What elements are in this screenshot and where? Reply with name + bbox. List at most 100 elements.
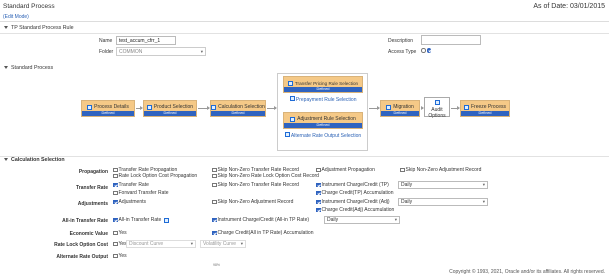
forward-transfer-rate-checkbox[interactable]: Forward Transfer Rate bbox=[113, 190, 169, 196]
adjustments-checkbox[interactable]: Adjustments bbox=[113, 199, 146, 205]
freeze-icon bbox=[463, 104, 469, 110]
calculation-selection-label: Calculation Selection bbox=[218, 104, 265, 110]
option-label: Instrument Charge/Credit (TP) bbox=[321, 182, 389, 188]
calculation-selection-node[interactable]: Calculation Selection Defined bbox=[210, 100, 266, 117]
audit-options-label: Audit Options bbox=[428, 107, 446, 119]
checkbox[interactable] bbox=[316, 182, 321, 188]
checkbox[interactable] bbox=[113, 253, 118, 259]
checkbox[interactable] bbox=[113, 199, 118, 205]
divider bbox=[0, 33, 609, 34]
skip-nonzero-tr-checkbox[interactable]: Skip Non-Zero Transfer Rate Record bbox=[212, 182, 299, 188]
collapse-triangle-icon[interactable] bbox=[4, 26, 8, 30]
rlo-cost-propagation-checkbox[interactable]: Rate Lock Option Cost Propagation bbox=[113, 173, 197, 179]
details-icon[interactable] bbox=[164, 217, 170, 223]
all-in-transfer-rate-checkbox[interactable]: All-in Transfer Rate bbox=[113, 217, 170, 223]
charge-credit-all-in-accum-checkbox[interactable]: Charge Credit(All in TP Rate) Accumulati… bbox=[212, 230, 313, 236]
audit-options-node[interactable]: Audit Options bbox=[424, 97, 450, 119]
option-label: Skip Non-Zero Rate Lock Option Cost Reco… bbox=[217, 173, 319, 179]
checkbox[interactable] bbox=[212, 173, 217, 179]
access-write-radio[interactable] bbox=[426, 48, 431, 53]
rule-section-title: TP Standard Process Rule bbox=[11, 25, 74, 31]
flow-arrow bbox=[369, 106, 380, 110]
product-selection-label: Product Selection bbox=[153, 104, 194, 110]
access-read-radio[interactable] bbox=[421, 48, 426, 53]
option-label: Skip Non-Zero Adjustment Record bbox=[217, 199, 294, 205]
page-title: Standard Process bbox=[3, 3, 55, 10]
rule-section-header[interactable]: TP Standard Process Rule bbox=[0, 25, 609, 32]
description-label: Description bbox=[388, 38, 414, 44]
transfer-pricing-rule-node[interactable]: Transfer Pricing Rule Selection Defined bbox=[283, 76, 363, 93]
collapse-triangle-icon[interactable] bbox=[4, 66, 8, 70]
checkbox[interactable] bbox=[113, 217, 118, 223]
adjustment-propagation-checkbox[interactable]: Adjustment Propagation bbox=[316, 167, 375, 173]
checkbox[interactable] bbox=[316, 190, 321, 196]
checkbox[interactable] bbox=[212, 167, 217, 173]
calculation-selection-panel: Propagation Transfer Rate Propagation Ra… bbox=[0, 166, 609, 266]
rate-lock-yes-checkbox[interactable]: Yes bbox=[113, 241, 127, 247]
checkbox[interactable] bbox=[212, 182, 217, 188]
folder-select[interactable]: COMMON ▾ bbox=[116, 47, 206, 56]
chevron-down-icon: ▾ bbox=[240, 241, 243, 246]
alternate-rate-yes-checkbox[interactable]: Yes bbox=[113, 253, 127, 259]
skip-nonzero-rlo-checkbox[interactable]: Skip Non-Zero Rate Lock Option Cost Reco… bbox=[212, 173, 319, 179]
tp-frequency-select[interactable]: Daily ▾ bbox=[398, 181, 488, 189]
calc-section-header[interactable]: Calculation Selection bbox=[0, 157, 609, 164]
transfer-rate-checkbox[interactable]: Transfer Rate bbox=[113, 182, 149, 188]
chevron-down-icon: ▾ bbox=[482, 182, 485, 187]
access-type-label: Access Type bbox=[388, 49, 417, 55]
instrument-charge-tp-checkbox[interactable]: Instrument Charge/Credit (TP) bbox=[316, 182, 389, 188]
migration-node[interactable]: Migration Defined bbox=[380, 100, 420, 117]
all-in-frequency-select[interactable]: Daily ▾ bbox=[324, 216, 400, 224]
volatility-curve-select[interactable]: Volatility Curve ▾ bbox=[200, 240, 246, 248]
economic-value-checkbox[interactable]: Yes bbox=[113, 230, 127, 236]
checkbox[interactable] bbox=[212, 230, 217, 236]
chevron-down-icon: ▾ bbox=[394, 217, 397, 222]
instrument-charge-adj-checkbox[interactable]: Instrument Charge/Credit (Adj) bbox=[316, 199, 390, 205]
select-value: Discount Curve bbox=[129, 241, 164, 247]
charge-credit-tp-accum-checkbox[interactable]: Charge Credit(TP) Accumulation bbox=[316, 190, 393, 196]
chevron-down-icon: ▾ bbox=[482, 199, 485, 204]
option-label: Instrument Charge/Credit (Adj) bbox=[321, 199, 390, 205]
name-field[interactable]: test_accum_cfrr_1 bbox=[116, 36, 176, 45]
flow-arrow bbox=[451, 106, 460, 110]
option-label: Transfer Rate bbox=[118, 182, 149, 188]
checkbox[interactable] bbox=[113, 173, 118, 179]
checkbox[interactable] bbox=[316, 167, 321, 173]
as-of-date: As of Date: 03/01/2015 bbox=[533, 3, 605, 10]
zoom-level: 98% bbox=[213, 263, 221, 267]
option-label: Rate Lock Option Cost Propagation bbox=[118, 173, 198, 179]
select-value: Daily bbox=[401, 199, 413, 205]
flow-arrow bbox=[198, 106, 210, 110]
checkbox[interactable] bbox=[113, 182, 118, 188]
checkbox[interactable] bbox=[113, 190, 118, 196]
checkbox[interactable] bbox=[113, 241, 118, 247]
freeze-process-node[interactable]: Freeze Process Defined bbox=[460, 100, 510, 117]
option-label: Adjustment Propagation bbox=[321, 167, 375, 173]
audit-icon bbox=[435, 100, 440, 105]
alternate-rate-node[interactable]: Alternate Rate Output Selection bbox=[283, 132, 363, 139]
chevron-down-icon: ▾ bbox=[190, 241, 193, 246]
checkbox[interactable] bbox=[400, 167, 405, 173]
prepayment-rule-node[interactable]: Prepayment Rule Selection bbox=[283, 96, 363, 103]
edit-mode-link[interactable]: (Edit Mode) bbox=[3, 14, 29, 20]
product-selection-node[interactable]: Product Selection Defined bbox=[143, 100, 197, 117]
collapse-triangle-icon[interactable] bbox=[4, 158, 8, 162]
description-field[interactable] bbox=[421, 35, 481, 45]
checkbox[interactable] bbox=[316, 207, 321, 213]
instrument-charge-all-in-checkbox[interactable]: Instrument Charge/Credit (All-in TP Rate… bbox=[212, 217, 309, 223]
skip-nonzero-adj-checkbox[interactable]: Skip Non-Zero Adjustment Record bbox=[212, 199, 293, 205]
checkbox[interactable] bbox=[113, 230, 118, 236]
checkbox[interactable] bbox=[113, 167, 118, 173]
process-details-node[interactable]: Process Details Defined bbox=[81, 100, 135, 117]
discount-curve-select[interactable]: Discount Curve ▾ bbox=[126, 240, 196, 248]
all-in-transfer-rate-label: All-in Transfer Rate bbox=[62, 218, 108, 224]
checkbox[interactable] bbox=[212, 217, 217, 223]
checkbox[interactable] bbox=[316, 199, 321, 205]
process-icon bbox=[87, 104, 93, 110]
adjustment-rule-node[interactable]: Adjustment Rule Selection Defined bbox=[283, 112, 363, 129]
skip-nonzero-adj-prop-checkbox[interactable]: Skip Non-Zero Adjustment Record bbox=[400, 167, 481, 173]
checkbox[interactable] bbox=[212, 199, 217, 205]
charge-credit-adj-accum-checkbox[interactable]: Charge Credit(Adj) Accumulation bbox=[316, 207, 394, 213]
select-value: Volatility Curve bbox=[203, 241, 237, 247]
adj-frequency-select[interactable]: Daily ▾ bbox=[398, 198, 488, 206]
